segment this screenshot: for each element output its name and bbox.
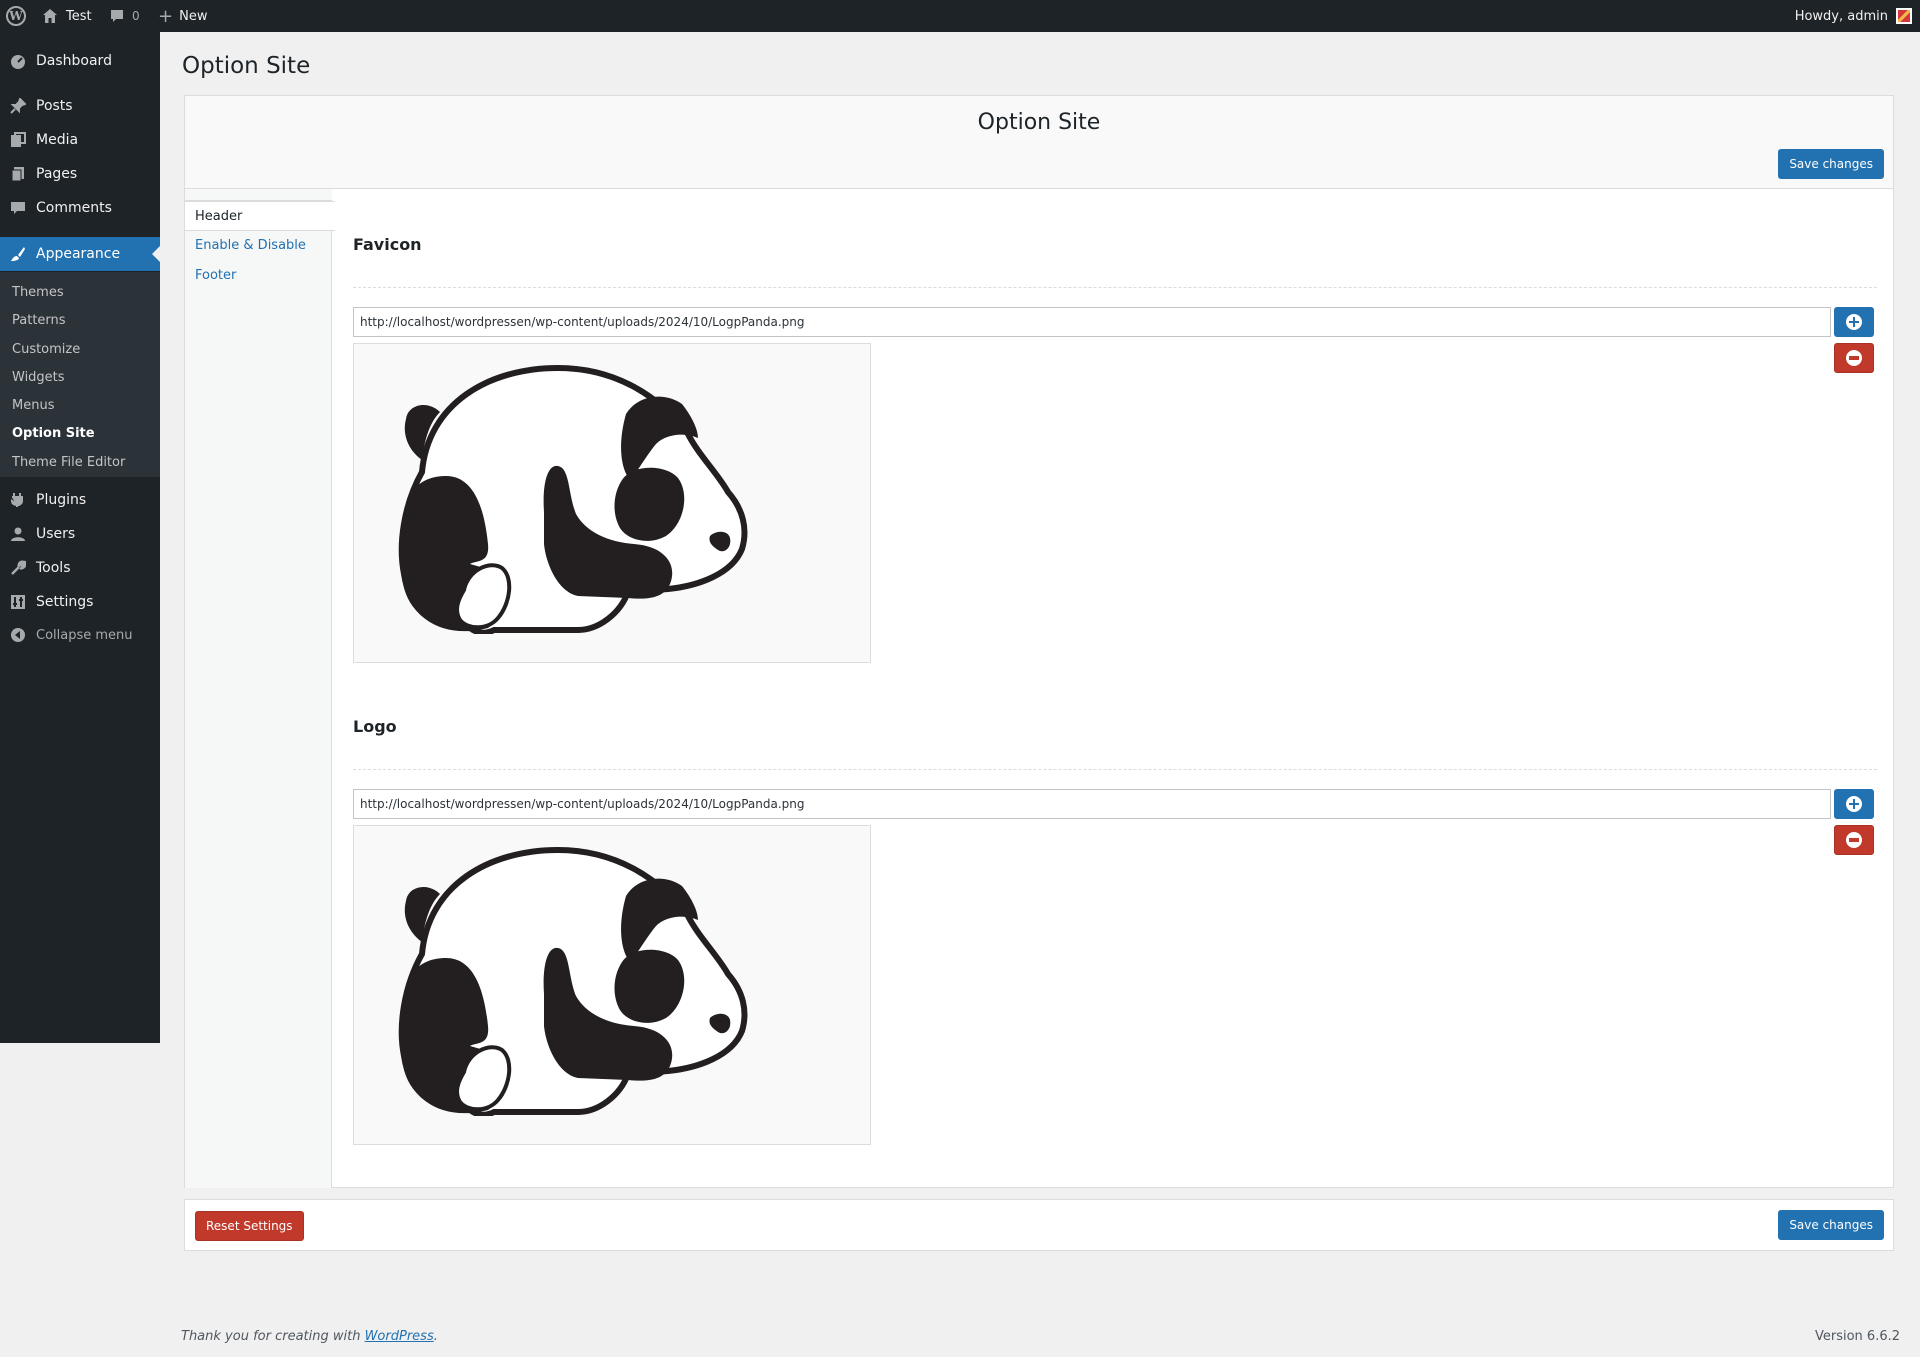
comments-link[interactable]: 0	[110, 0, 140, 32]
sidebar-item-label: Tools	[36, 560, 71, 576]
sidebar-item-appearance[interactable]: Appearance	[0, 237, 160, 271]
plus-circle-icon	[1846, 314, 1862, 330]
panel-header: Option Site Save changes	[185, 96, 1893, 189]
collapse-arrow-icon	[0, 627, 36, 643]
footer-thanks-text: Thank you for creating with	[181, 1329, 365, 1344]
save-changes-button-top[interactable]: Save changes	[1778, 149, 1884, 179]
sidebar-item-label: Users	[36, 526, 76, 542]
sidebar-item-dashboard[interactable]: Dashboard	[0, 44, 160, 78]
options-panel: Option Site Save changes Header Enable &…	[184, 95, 1894, 1188]
panda-logo-image	[398, 364, 748, 634]
new-label: New	[179, 8, 208, 24]
logo-remove-button[interactable]	[1834, 825, 1874, 855]
logo-upload-button[interactable]	[1834, 789, 1874, 819]
tab-header[interactable]: Header	[185, 201, 335, 231]
admin-sidebar: Dashboard Posts Media Pages Comments App…	[0, 32, 160, 1043]
tabs-divider	[185, 189, 332, 201]
sidebar-item-label: Pages	[36, 166, 78, 182]
favicon-remove-button[interactable]	[1834, 343, 1874, 373]
avatar	[1896, 8, 1912, 24]
footer-suffix: .	[433, 1329, 438, 1344]
tab-enable-disable[interactable]: Enable & Disable	[185, 231, 333, 261]
submenu-option-site[interactable]: Option Site	[12, 424, 95, 444]
submenu-themes[interactable]: Themes	[12, 283, 64, 303]
submenu-customize[interactable]: Customize	[12, 340, 80, 360]
save-changes-button-bottom[interactable]: Save changes	[1778, 1210, 1884, 1240]
sidebar-item-label: Appearance	[36, 246, 121, 262]
logo-preview-image	[353, 825, 871, 1145]
wordpress-link[interactable]: WordPress	[365, 1329, 434, 1344]
sidebar-item-label: Plugins	[36, 492, 87, 508]
home-icon	[42, 8, 58, 24]
dashboard-icon	[0, 53, 36, 69]
favicon-upload-button[interactable]	[1834, 307, 1874, 337]
howdy-label: Howdy, admin	[1794, 8, 1888, 24]
sidebar-item-settings[interactable]: Settings	[0, 585, 160, 619]
sidebar-item-users[interactable]: Users	[0, 517, 160, 551]
options-footer-bar: Reset Settings Save changes	[184, 1199, 1894, 1251]
admin-bar: W Test 0 + New Howdy, admin	[0, 0, 1920, 32]
new-content-link[interactable]: + New	[158, 0, 207, 32]
sidebar-item-posts[interactable]: Posts	[0, 89, 160, 123]
submenu-widgets[interactable]: Widgets	[12, 368, 65, 388]
panel-title: Option Site	[977, 110, 1101, 135]
favicon-section-title: Favicon	[353, 235, 422, 254]
favicon-url-input[interactable]	[353, 307, 1831, 337]
sidebar-item-pages[interactable]: Pages	[0, 157, 160, 191]
collapse-menu-label: Collapse menu	[36, 627, 133, 643]
site-name-label: Test	[66, 8, 92, 24]
admin-footer-text: Thank you for creating with WordPress.	[181, 1329, 438, 1344]
minus-circle-icon	[1846, 832, 1862, 848]
appearance-submenu: Themes Patterns Customize Widgets Menus …	[0, 272, 160, 477]
sidebar-item-plugins[interactable]: Plugins	[0, 483, 160, 517]
logo-section-title: Logo	[353, 717, 397, 736]
version-label: Version 6.6.2	[1814, 1329, 1900, 1344]
brush-icon	[0, 246, 36, 262]
sidebar-item-label: Posts	[36, 98, 73, 114]
logo-url-input[interactable]	[353, 789, 1831, 819]
collapse-menu-button[interactable]: Collapse menu	[0, 618, 160, 652]
settings-icon	[0, 594, 36, 610]
user-icon	[0, 526, 36, 542]
section-divider	[353, 287, 1877, 288]
account-menu[interactable]: Howdy, admin	[1795, 0, 1912, 32]
plus-icon: +	[158, 5, 174, 27]
sidebar-item-label: Media	[36, 132, 79, 148]
section-divider	[353, 769, 1877, 770]
panda-logo-image	[398, 846, 748, 1116]
site-name-link[interactable]: Test	[42, 0, 92, 32]
comment-bubble-icon	[110, 9, 124, 23]
comments-count: 0	[132, 9, 140, 23]
tabs-column: Header Enable & Disable Footer	[185, 189, 335, 1188]
minus-circle-icon	[1846, 350, 1862, 366]
submenu-menus[interactable]: Menus	[12, 396, 54, 416]
favicon-preview-image	[353, 343, 871, 663]
wordpress-logo-icon[interactable]: W	[6, 0, 30, 32]
sidebar-item-label: Dashboard	[36, 53, 112, 69]
comment-icon	[0, 200, 36, 216]
sidebar-item-label: Settings	[36, 594, 94, 610]
plus-circle-icon	[1846, 796, 1862, 812]
sidebar-item-tools[interactable]: Tools	[0, 551, 160, 585]
plugin-icon	[0, 492, 36, 508]
media-icon	[0, 132, 36, 148]
submenu-theme-file-editor[interactable]: Theme File Editor	[12, 453, 125, 473]
wrench-icon	[0, 560, 36, 576]
tab-footer[interactable]: Footer	[185, 261, 333, 291]
pages-icon	[0, 166, 36, 182]
page-title: Option Site	[182, 53, 311, 79]
current-menu-arrow	[152, 246, 160, 262]
sidebar-item-comments[interactable]: Comments	[0, 191, 160, 225]
submenu-patterns[interactable]: Patterns	[12, 311, 66, 331]
sidebar-item-media[interactable]: Media	[0, 123, 160, 157]
pin-icon	[0, 98, 36, 114]
sidebar-item-label: Comments	[36, 200, 112, 216]
reset-settings-button[interactable]: Reset Settings	[195, 1211, 304, 1241]
